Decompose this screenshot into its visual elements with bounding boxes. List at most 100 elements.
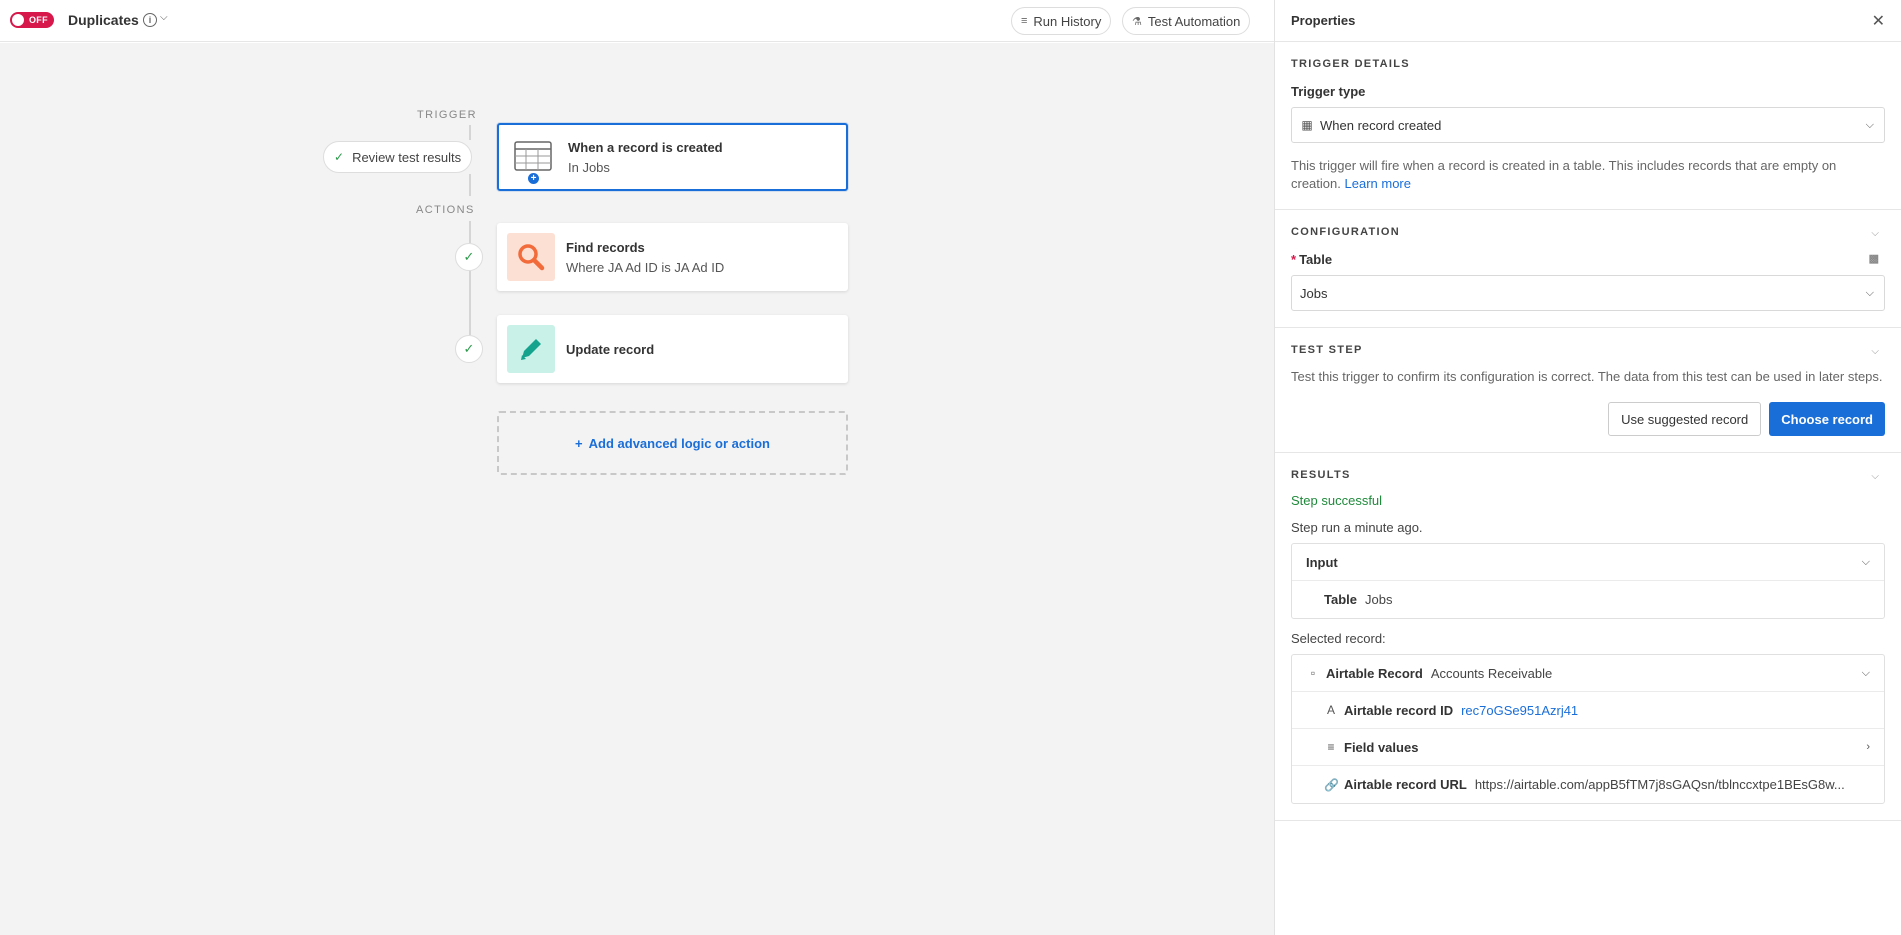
panel-header: Properties ✕: [1275, 0, 1901, 42]
configuration-section: CONFIGURATION ⌵ * Table ▩ Jobs ⌵: [1275, 210, 1901, 328]
properties-panel: Properties ✕ TRIGGER DETAILS Trigger typ…: [1274, 0, 1901, 935]
record-url-value[interactable]: https://airtable.com/appB5fTM7j8sGAQsn/t…: [1475, 777, 1845, 792]
action-title: Find records: [566, 239, 645, 255]
input-table-key: Table: [1324, 592, 1357, 607]
test-step-description: Test this trigger to confirm its configu…: [1291, 369, 1883, 384]
table-select[interactable]: Jobs ⌵: [1291, 275, 1885, 311]
record-id-row: A Airtable record ID rec7oGSe951Azrj41: [1292, 692, 1884, 729]
test-step-section: TEST STEP ⌵ Test this trigger to confirm…: [1275, 328, 1901, 453]
flask-icon: ⚗: [1132, 15, 1142, 28]
chevron-down-icon: ⌵: [1865, 118, 1874, 131]
trigger-details-section: TRIGGER DETAILS Trigger type ▦ When reco…: [1275, 42, 1901, 210]
trigger-type-select[interactable]: ▦ When record created ⌵: [1291, 107, 1885, 143]
required-marker: *: [1291, 252, 1297, 267]
actions-section-label: ACTIONS: [416, 204, 475, 216]
input-label: Input: [1306, 554, 1338, 570]
chevron-down-icon: ⌵: [1865, 286, 1874, 299]
section-heading: RESULTS: [1291, 469, 1351, 481]
action-card-update-record[interactable]: Update record: [497, 315, 848, 383]
chevron-down-icon[interactable]: ⌵: [160, 12, 168, 23]
table-select-value: Jobs: [1300, 285, 1328, 301]
list-icon: ≡: [1021, 15, 1028, 27]
chevron-down-icon[interactable]: ⌵: [1871, 471, 1879, 482]
toggle-knob: [12, 14, 24, 26]
add-label: Add advanced logic or action: [588, 435, 770, 451]
add-action-button[interactable]: + Add advanced logic or action: [497, 411, 848, 475]
table-trigger-icon: ▦: [1301, 118, 1313, 132]
trigger-card[interactable]: + When a record is created In Jobs: [497, 123, 848, 191]
input-header[interactable]: Input ⌵: [1292, 544, 1884, 581]
choose-record-button[interactable]: Choose record: [1769, 402, 1885, 436]
record-id-value[interactable]: rec7oGSe951Azrj41: [1461, 703, 1578, 718]
field-values-row[interactable]: ≡ Field values ›: [1292, 729, 1884, 766]
toggle-label: OFF: [29, 15, 48, 25]
text-field-icon: A: [1326, 703, 1335, 717]
connector-line: [469, 221, 471, 243]
chevron-down-icon: ⌵: [1861, 555, 1870, 568]
chevron-down-icon[interactable]: ⌵: [1871, 228, 1879, 239]
collapse-panel-icon[interactable]: ▩: [1869, 252, 1879, 265]
learn-more-link[interactable]: Learn more: [1345, 176, 1411, 191]
search-icon: [507, 233, 555, 281]
step-success-icon: ✓: [455, 335, 483, 363]
step-success-icon: ✓: [455, 243, 483, 271]
use-suggested-record-button[interactable]: Use suggested record: [1608, 402, 1762, 436]
chevron-down-icon[interactable]: ⌵: [1871, 346, 1879, 357]
run-history-button[interactable]: ≡ Run History: [1011, 7, 1112, 35]
workflow-canvas: TRIGGER ✓ Review test results + When a r…: [0, 43, 1274, 935]
trigger-section-label: TRIGGER: [417, 109, 477, 121]
table-icon: +: [509, 133, 557, 184]
field-values-label: Field values: [1344, 739, 1419, 755]
automation-toggle[interactable]: OFF: [10, 12, 54, 28]
trigger-type-value: When record created: [1320, 117, 1442, 133]
step-status: Step successful: [1291, 493, 1383, 508]
record-type: Airtable Record: [1326, 665, 1423, 681]
input-box: Input ⌵ Table Jobs: [1291, 543, 1885, 619]
action-card-find-records[interactable]: Find records Where JA Ad ID is JA Ad ID: [497, 223, 848, 291]
trigger-title: When a record is created: [568, 139, 723, 155]
record-name: Accounts Receivable: [1430, 665, 1553, 681]
panel-title: Properties: [1291, 13, 1356, 28]
record-icon: ▫: [1310, 666, 1316, 680]
table-field-label: * Table ▩: [1291, 252, 1885, 267]
review-test-results-button[interactable]: ✓ Review test results: [323, 141, 473, 173]
review-label: Review test results: [352, 149, 462, 165]
list-icon: ≡: [1327, 740, 1335, 754]
table-label-text: Table: [1299, 252, 1333, 267]
record-box: ▫ Airtable Record Accounts Receivable ⌵ …: [1291, 654, 1885, 804]
automation-name[interactable]: Duplicates: [68, 12, 139, 28]
link-icon: 🔗: [1324, 777, 1339, 792]
connector-line: [469, 271, 471, 335]
step-run-time: Step run a minute ago.: [1291, 520, 1423, 535]
trigger-type-label: Trigger type: [1291, 84, 1366, 99]
chevron-down-icon: ⌵: [1861, 666, 1870, 679]
trigger-description: This trigger will fire when a record is …: [1291, 157, 1885, 193]
input-table-value: Jobs: [1365, 592, 1393, 607]
test-automation-label: Test Automation: [1147, 13, 1241, 29]
top-bar: OFF Duplicates i ⌵ ≡ Run History ⚗ Test …: [0, 0, 1274, 42]
action-title: Update record: [566, 341, 655, 357]
chevron-right-icon: ›: [1866, 741, 1870, 753]
connector-line: [469, 125, 471, 140]
record-id-key: Airtable record ID: [1344, 702, 1454, 718]
results-section: RESULTS ⌵ Step successful Step run a min…: [1275, 453, 1901, 821]
input-table-row: Table Jobs: [1292, 581, 1884, 618]
section-heading: TEST STEP: [1291, 344, 1363, 356]
plus-badge-icon: +: [528, 173, 539, 184]
record-url-key: Airtable record URL: [1344, 777, 1467, 792]
section-heading: TRIGGER DETAILS: [1291, 58, 1410, 70]
close-icon[interactable]: ✕: [1872, 11, 1885, 31]
record-url-row: 🔗 Airtable record URL https://airtable.c…: [1292, 766, 1884, 803]
plus-icon: +: [575, 435, 583, 451]
run-history-label: Run History: [1033, 13, 1102, 29]
connector-line: [469, 174, 471, 196]
info-icon[interactable]: i: [143, 13, 157, 27]
check-icon: ✓: [334, 150, 345, 164]
section-heading: CONFIGURATION: [1291, 226, 1400, 238]
test-automation-button[interactable]: ⚗ Test Automation: [1122, 7, 1251, 35]
record-header[interactable]: ▫ Airtable Record Accounts Receivable ⌵: [1292, 655, 1884, 692]
action-sub: Where JA Ad ID is JA Ad ID: [566, 259, 725, 275]
pencil-icon: [507, 325, 555, 373]
selected-record-label: Selected record:: [1291, 631, 1386, 646]
trigger-sub: In Jobs: [568, 159, 610, 175]
